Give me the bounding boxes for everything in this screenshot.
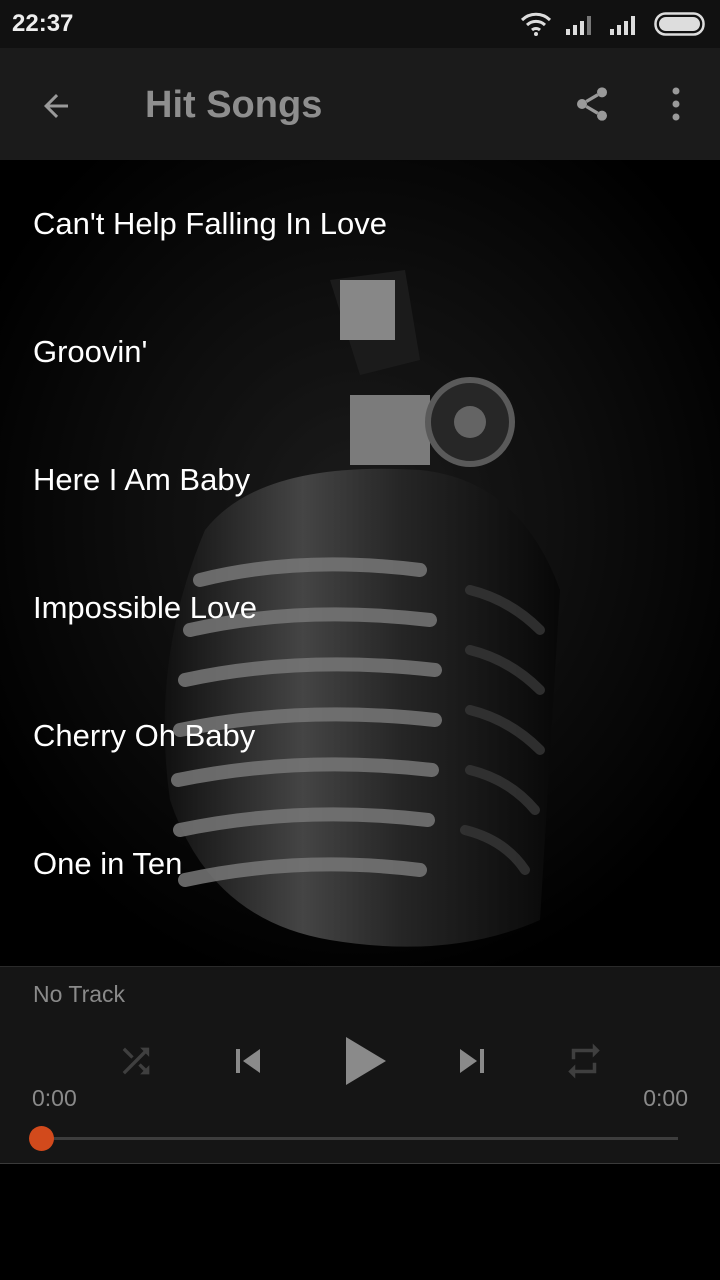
share-button[interactable] (566, 78, 618, 130)
skip-previous-icon (236, 1049, 260, 1073)
status-icons (520, 12, 708, 36)
song-item[interactable]: One in Ten (0, 800, 720, 928)
play-button[interactable] (330, 1029, 394, 1093)
more-vertical-icon (672, 87, 680, 121)
song-item[interactable]: Groovin' (0, 288, 720, 416)
more-options-button[interactable] (654, 78, 698, 130)
total-duration: 0:00 (643, 1085, 688, 1111)
song-title: Here I Am Baby (33, 462, 251, 497)
player-panel: No Track 0:00 0:00 (0, 966, 720, 1164)
elapsed-time: 0:00 (32, 1085, 77, 1111)
song-title: One in Ten (33, 846, 183, 881)
share-icon (577, 87, 607, 121)
song-item[interactable]: Cherry Oh Baby (0, 672, 720, 800)
song-item[interactable]: Impossible Love (0, 544, 720, 672)
shuffle-icon (122, 1047, 150, 1075)
song-title: Cherry Oh Baby (33, 718, 256, 753)
song-title: Can't Help Falling In Love (33, 206, 388, 241)
song-item[interactable]: Here I Am Baby (0, 416, 720, 544)
song-item[interactable]: Can't Help Falling In Love (0, 160, 720, 288)
battery-full-icon (654, 12, 705, 36)
song-list: Can't Help Falling In Love Groovin' Here… (0, 160, 720, 966)
status-bar: 22:37 (0, 0, 720, 48)
app-bar: Hit Songs (0, 48, 720, 160)
page-title: Hit Songs (145, 84, 323, 126)
song-title: Impossible Love (33, 590, 258, 625)
play-icon (346, 1037, 386, 1085)
song-title: Groovin' (33, 334, 148, 369)
seek-thumb[interactable] (29, 1126, 54, 1151)
cellular-signal-icon (610, 16, 635, 35)
status-time: 22:37 (12, 10, 74, 37)
skip-next-icon (460, 1049, 484, 1073)
screen: 22:37 Hit Songs Can't Help Falling In Lo… (0, 0, 720, 1280)
wifi-icon (520, 12, 552, 36)
repeat-icon (568, 1043, 600, 1079)
shuffle-button[interactable] (112, 1037, 160, 1085)
repeat-button[interactable] (560, 1037, 608, 1085)
back-button[interactable] (28, 78, 84, 134)
next-button[interactable] (446, 1035, 498, 1087)
seek-bar[interactable] (42, 1137, 678, 1140)
track-name: No Track (33, 981, 126, 1007)
previous-button[interactable] (222, 1035, 274, 1087)
bottom-area (0, 1164, 720, 1280)
arrow-back-icon (44, 94, 68, 118)
cellular-signal-icon (566, 16, 591, 35)
